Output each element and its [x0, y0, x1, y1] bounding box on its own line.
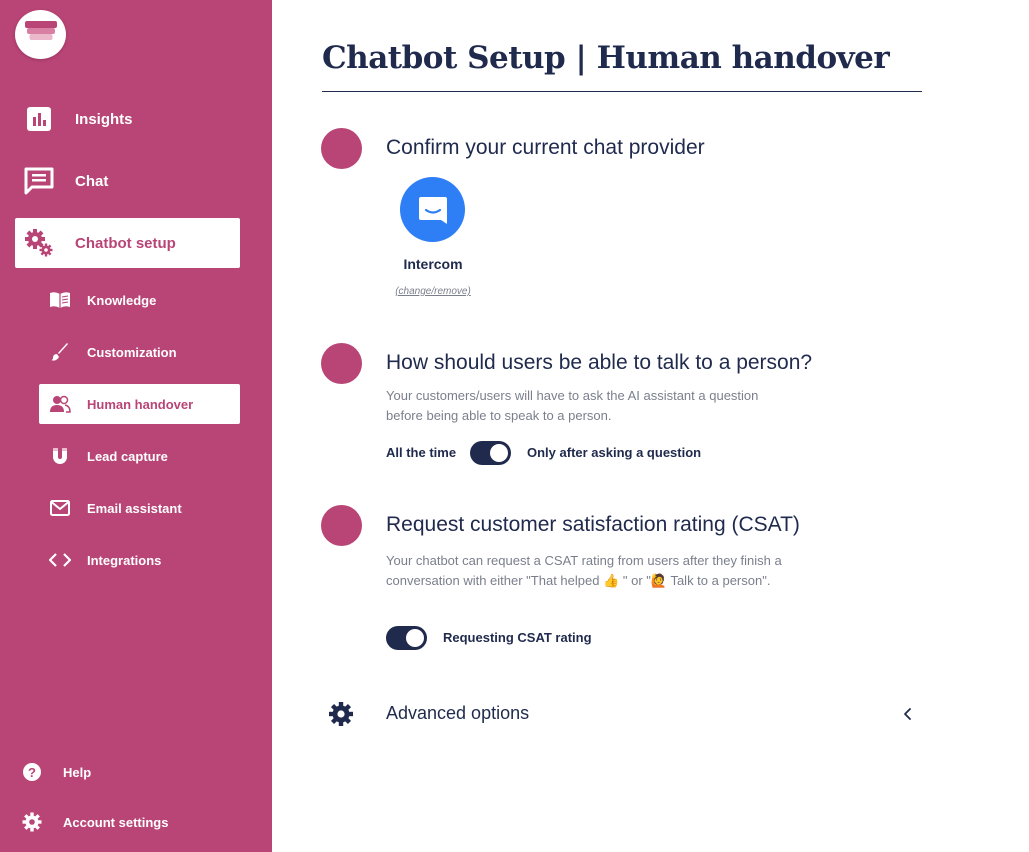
nav-item-insights[interactable]: Insights [15, 94, 240, 144]
nav-sub-human-handover[interactable]: Human handover [39, 384, 240, 424]
svg-text:?: ? [28, 765, 36, 780]
nav-label: Chat [75, 172, 109, 190]
nav-help[interactable]: ? Help [20, 754, 240, 790]
nav-label: Integrations [87, 552, 162, 568]
intercom-icon [400, 177, 465, 242]
people-icon [49, 393, 71, 415]
nav-item-chat[interactable]: Chat [15, 156, 240, 206]
nav-sub-email-assistant[interactable]: Email assistant [39, 488, 240, 528]
book-icon [49, 289, 71, 311]
advanced-options-label: Advanced options [386, 703, 530, 723]
section-title-talk: How should users be able to talk to a pe… [386, 351, 813, 374]
nav-label: Account settings [63, 814, 169, 830]
code-icon [49, 549, 71, 571]
change-remove-link[interactable]: (change/remove) [386, 286, 480, 297]
help-icon: ? [20, 760, 44, 784]
section-title-csat: Request customer satisfaction rating (CS… [386, 513, 800, 536]
sidebar: Insights Chat Chatbot setup Knowledge Cu… [0, 0, 272, 852]
toggle-right-label: Only after asking a question [527, 445, 702, 460]
page-title: Chatbot Setup | Human handover [322, 40, 890, 76]
csat-toggle-label: Requesting CSAT rating [443, 630, 592, 645]
nav-label: Customization [87, 344, 177, 360]
toggle-left-label: All the time [386, 445, 457, 460]
csat-toggle[interactable] [386, 626, 427, 650]
section-description: Your chatbot can request a CSAT rating f… [386, 553, 782, 588]
nav-sub-integrations[interactable]: Integrations [39, 540, 240, 580]
title-divider [322, 91, 922, 92]
section-title-provider: Confirm your current chat provider [386, 136, 705, 159]
step-indicator [321, 505, 362, 546]
nav-label: Insights [75, 110, 133, 128]
nav-label: Knowledge [87, 292, 157, 308]
step-indicator [321, 128, 362, 169]
magnet-icon [49, 445, 71, 467]
section-description: Your customers/users will have to ask th… [386, 388, 759, 423]
gear-icon [20, 810, 44, 834]
nav-sub-lead-capture[interactable]: Lead capture [39, 436, 240, 476]
brush-icon [49, 341, 71, 363]
chart-icon [24, 104, 54, 134]
envelope-icon [49, 497, 71, 519]
talk-mode-toggle[interactable] [470, 441, 511, 465]
advanced-options-row[interactable]: Advanced options [322, 695, 922, 733]
nav-item-chatbot-setup[interactable]: Chatbot setup [15, 218, 240, 268]
nav-label: Human handover [87, 396, 194, 412]
nav-sub-knowledge[interactable]: Knowledge [39, 280, 240, 320]
nav-label: Chatbot setup [75, 234, 176, 252]
provider-name: Intercom [403, 256, 463, 272]
gear-icon [328, 701, 354, 727]
nav-sub-customization[interactable]: Customization [39, 332, 240, 372]
nav-label: Lead capture [87, 448, 168, 464]
nav-label: Help [63, 764, 92, 780]
chat-icon [24, 166, 54, 196]
gears-icon [24, 228, 54, 258]
step-indicator [321, 343, 362, 384]
app-logo[interactable] [15, 10, 66, 59]
nav-label: Email assistant [87, 500, 182, 516]
nav-account-settings[interactable]: Account settings [20, 804, 240, 840]
chevron-left-icon[interactable] [900, 705, 914, 723]
